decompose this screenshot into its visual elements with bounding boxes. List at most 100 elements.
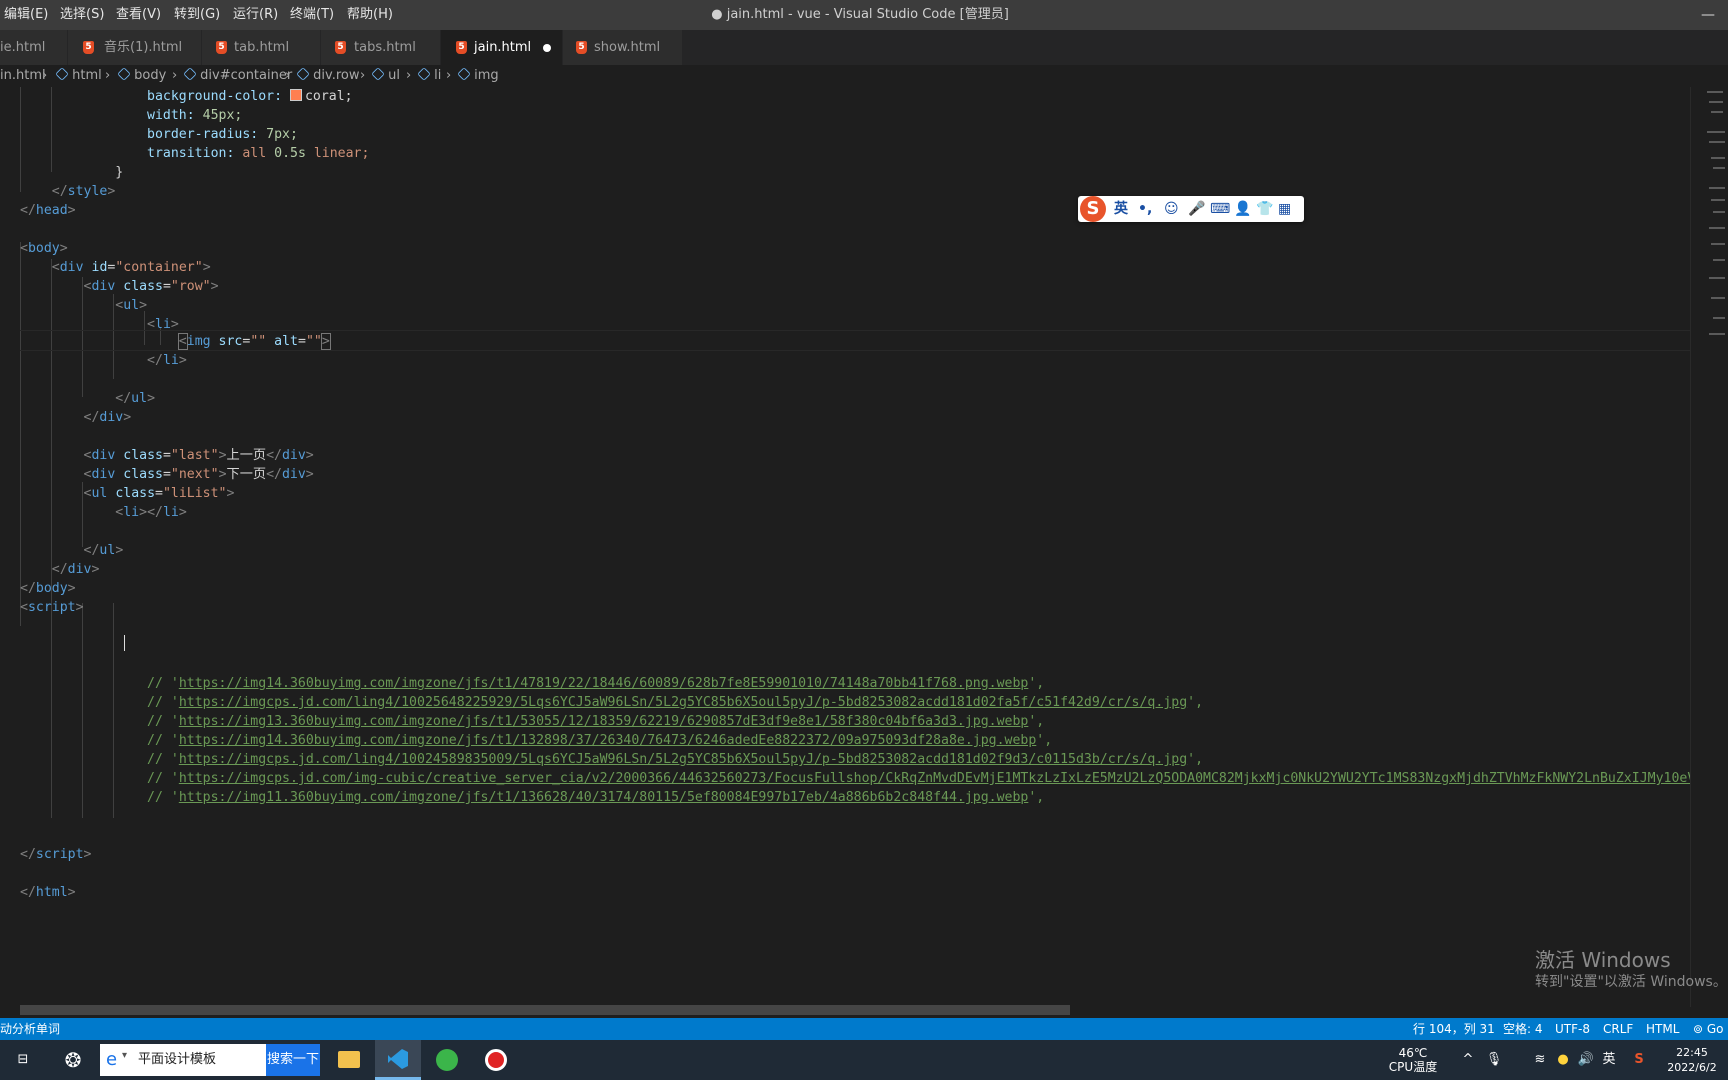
ie-icon: e — [106, 1049, 118, 1070]
browser-icon[interactable] — [424, 1040, 470, 1080]
code-line: </style> — [51, 184, 116, 199]
cpu-temp-value: 46℃ — [1398, 1046, 1428, 1060]
menu-go[interactable]: 转到(G) — [174, 0, 220, 30]
code-line: </script> — [20, 847, 92, 862]
chevron-right-icon: › — [172, 68, 178, 83]
element-icon — [117, 67, 131, 81]
file-explorer-icon[interactable] — [326, 1040, 372, 1080]
minimize-icon[interactable]: — — [1688, 0, 1728, 30]
breadcrumb-html[interactable]: html — [55, 65, 102, 87]
status-indent[interactable]: 空格: 4 — [1503, 1018, 1543, 1040]
volume-icon[interactable]: 🔊 — [1576, 1040, 1596, 1080]
element-icon — [417, 67, 431, 81]
breadcrumb-file[interactable]: in.html — [0, 65, 46, 87]
sogou-logo-icon[interactable]: S — [1080, 196, 1106, 222]
code-line: <li></li> — [115, 505, 187, 520]
code-line: // 'https://imgcps.jd.com/img-cubic/crea… — [147, 771, 1690, 786]
element-icon — [296, 67, 310, 81]
code-line: </div> — [83, 410, 132, 425]
breadcrumb-container[interactable]: div#container — [183, 65, 292, 87]
microphone-tray-icon[interactable]: 🎙 — [1484, 1040, 1504, 1080]
window-title: ● jain.html - vue - Visual Studio Code [… — [711, 7, 1009, 22]
tab-label: jain.html — [474, 40, 532, 55]
ime-punct[interactable]: •, — [1138, 196, 1152, 222]
breadcrumb-ul[interactable]: ul — [371, 65, 400, 87]
emoji-icon[interactable]: ☺ — [1164, 196, 1179, 222]
code-editor[interactable]: background-color: coral; width: 45px; bo… — [0, 87, 1690, 1007]
code-line: </ul> — [83, 543, 124, 558]
task-view-icon[interactable]: ⊟ — [8, 1040, 38, 1080]
taskbar: ⊟ ❂ e ▾ 平面设计模板 搜索一下 46℃ CPU温度 ^ 🎙 ≋ ● 🔊 … — [0, 1040, 1728, 1080]
skin-icon[interactable]: 👕 — [1256, 196, 1273, 222]
code-line: width: 45px; — [147, 108, 243, 123]
minimap[interactable] — [1690, 87, 1728, 1007]
code-line: // 'https://imgcps.jd.com/ling4/10024589… — [147, 752, 1204, 767]
ime-toolbar[interactable]: S 英 •, ☺ 🎤 ⌨ 👤 👕 ▦ — [1078, 196, 1304, 222]
wifi-icon[interactable]: ≋ — [1530, 1040, 1550, 1080]
html5-icon: 5 — [216, 41, 227, 54]
toolbox-icon[interactable]: ▦ — [1278, 196, 1291, 222]
tab-jain[interactable]: 5 jain.html — [441, 30, 563, 65]
chevron-right-icon: › — [446, 68, 452, 83]
code-line: // 'https://img14.360buyimg.com/imgzone/… — [147, 733, 1053, 748]
activation-watermark-hint: 转到"设置"以激活 Windows。 — [1535, 974, 1727, 990]
keyboard-icon[interactable]: ⌨ — [1210, 196, 1230, 222]
ime-lang[interactable]: 英 — [1114, 196, 1128, 222]
chevron-right-icon: › — [285, 68, 291, 83]
unsaved-dot-icon[interactable] — [543, 44, 551, 52]
sogou-tray-icon[interactable]: S — [1628, 1040, 1650, 1080]
html5-icon: 5 — [83, 41, 94, 54]
status-language[interactable]: HTML — [1646, 1018, 1679, 1040]
breadcrumb-img[interactable]: img — [457, 65, 499, 87]
breadcrumb-body[interactable]: body — [117, 65, 166, 87]
menu-terminal[interactable]: 终端(T) — [290, 0, 334, 30]
microphone-icon[interactable]: 🎤 — [1188, 196, 1205, 222]
clock-date: 2022/6/2 — [1667, 1061, 1717, 1074]
breadcrumb-li[interactable]: li — [417, 65, 441, 87]
element-icon — [55, 67, 69, 81]
user-icon[interactable]: 👤 — [1234, 196, 1251, 222]
menu-selection[interactable]: 选择(S) — [60, 0, 104, 30]
element-icon — [183, 67, 197, 81]
network-badge-icon[interactable]: ● — [1553, 1040, 1573, 1080]
tab-ie[interactable]: ie.html — [0, 30, 68, 65]
element-icon — [457, 67, 471, 81]
tab-tabs[interactable]: 5 tabs.html — [321, 30, 441, 65]
code-line: <ul class="liList"> — [83, 486, 235, 501]
code-line: </div> — [51, 562, 100, 577]
tab-music[interactable]: 5 音乐(1).html — [68, 30, 202, 65]
tab-label: show.html — [594, 40, 661, 55]
color-swatch[interactable] — [289, 89, 302, 101]
code-line: <div class="last">上一页</div> — [83, 448, 314, 463]
status-position[interactable]: 行 104，列 31 — [1413, 1018, 1495, 1040]
record-icon[interactable] — [473, 1040, 519, 1080]
clock[interactable]: 22:45 2022/6/2 — [1660, 1040, 1724, 1075]
code-line: <div class="row"> — [83, 279, 219, 294]
menu-help[interactable]: 帮助(H) — [347, 0, 393, 30]
dropdown-icon[interactable]: ▾ — [122, 1050, 127, 1061]
menu-view[interactable]: 查看(V) — [116, 0, 161, 30]
menu-run[interactable]: 运行(R) — [233, 0, 278, 30]
menu-edit[interactable]: 编辑(E) — [4, 0, 48, 30]
tab-tab[interactable]: 5 tab.html — [202, 30, 321, 65]
code-line: background-color: coral; — [147, 89, 353, 104]
breadcrumb-row[interactable]: div.row — [296, 65, 359, 87]
code-line: <body> — [20, 241, 68, 256]
status-encoding[interactable]: UTF-8 — [1555, 1018, 1590, 1040]
horizontal-scrollbar[interactable] — [20, 1005, 1070, 1015]
search-button[interactable]: 搜索一下 — [266, 1044, 320, 1076]
vscode-icon[interactable] — [375, 1040, 421, 1080]
cpu-temp[interactable]: 46℃ CPU温度 — [1383, 1040, 1443, 1074]
code-line: // 'https://img11.360buyimg.com/imgzone/… — [147, 790, 1045, 805]
code-line: <script> — [20, 600, 84, 615]
status-go[interactable]: ⊚ Go — [1693, 1018, 1724, 1040]
status-left[interactable]: 动分析单词 — [0, 1018, 60, 1040]
search-box[interactable]: e ▾ 平面设计模板 — [100, 1044, 266, 1076]
tab-show[interactable]: 5 show.html — [563, 30, 683, 65]
tray-ime[interactable]: 英 — [1598, 1040, 1620, 1080]
chevron-up-icon[interactable]: ^ — [1458, 1040, 1478, 1080]
chevron-right-icon: › — [42, 68, 48, 83]
status-eol[interactable]: CRLF — [1603, 1018, 1633, 1040]
cortana-icon[interactable]: ❂ — [58, 1040, 88, 1080]
code-line: <img src="" alt=""> — [177, 333, 331, 350]
